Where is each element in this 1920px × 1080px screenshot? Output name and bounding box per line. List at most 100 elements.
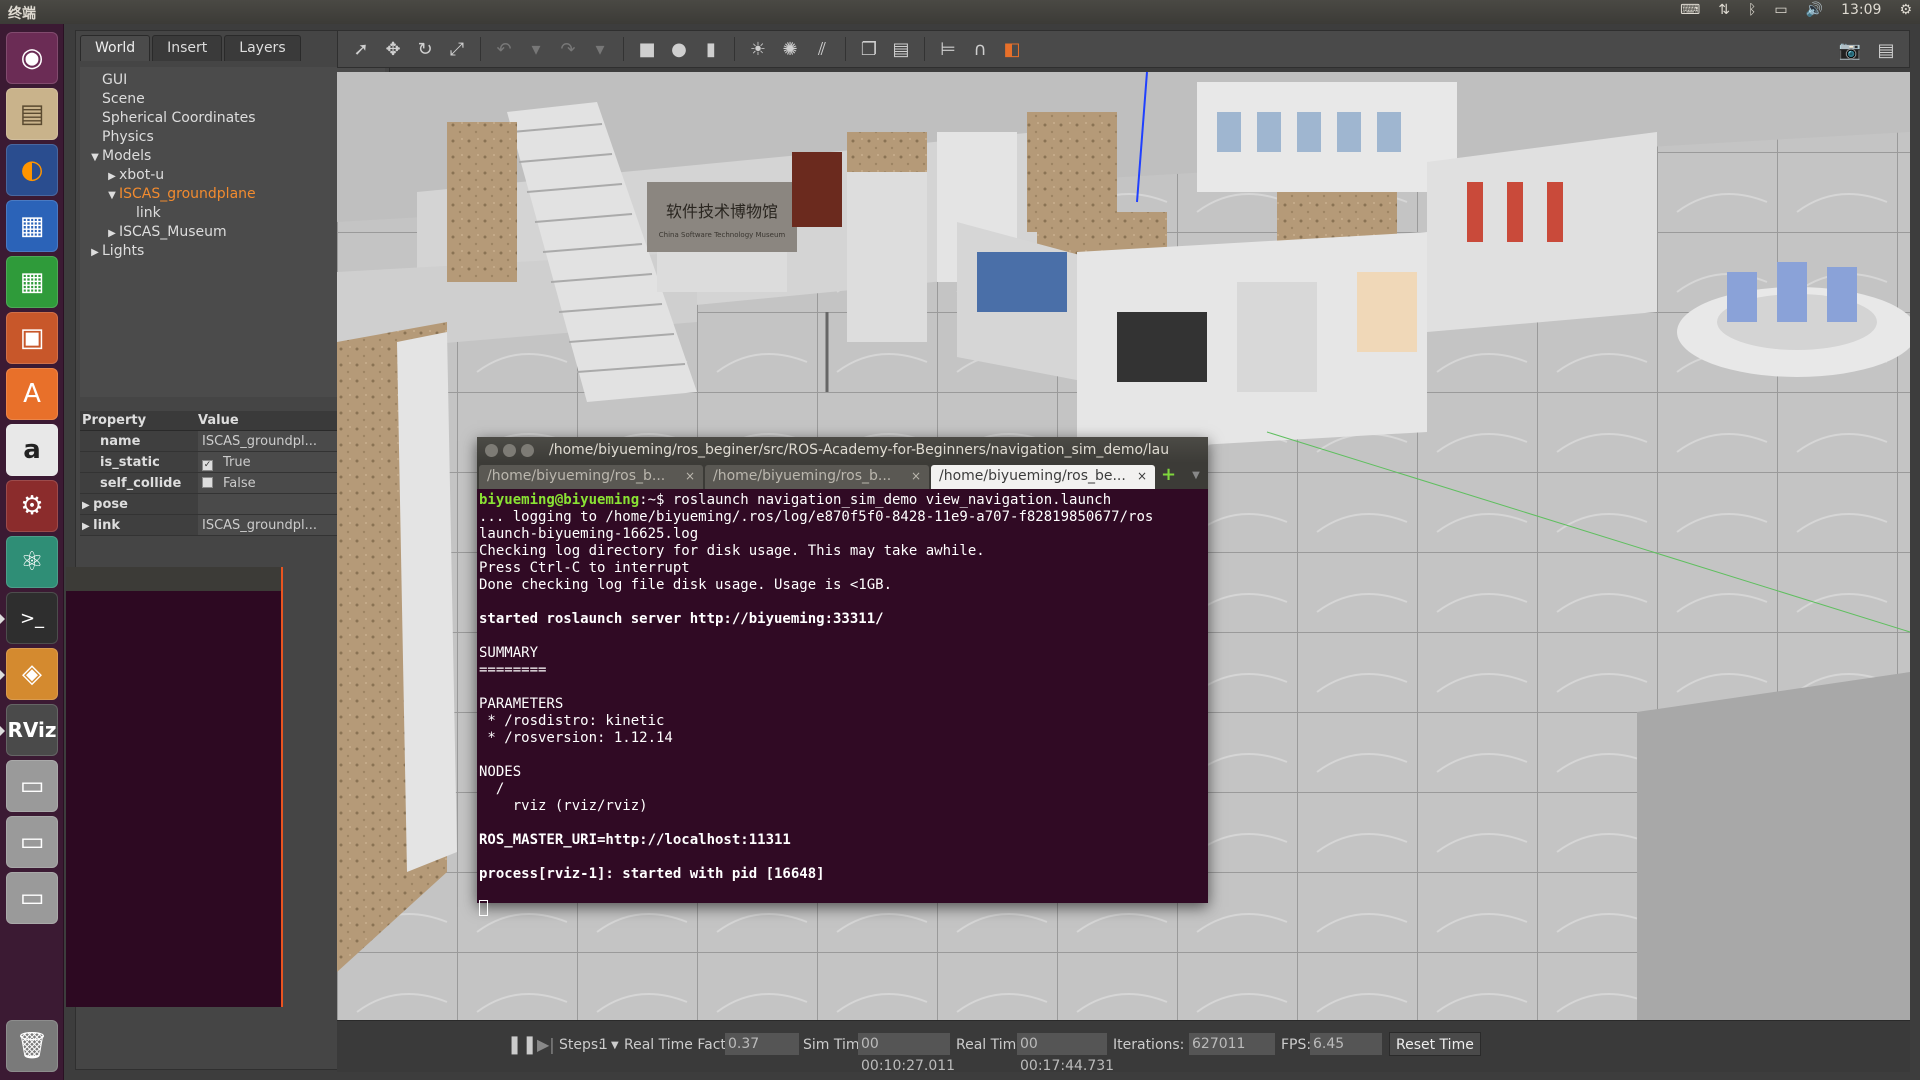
tab-insert[interactable]: Insert xyxy=(152,35,223,61)
gear-icon[interactable]: ⚙ xyxy=(1899,2,1912,18)
collapsed-arrow-icon[interactable]: ▶ xyxy=(105,224,119,243)
close-tab-icon[interactable]: × xyxy=(911,465,921,487)
drive-icon[interactable]: ▭ xyxy=(6,816,58,868)
network-icon[interactable]: ⇅ xyxy=(1718,2,1730,18)
terminal-tab-label: /home/biyueming/ros_b... xyxy=(713,468,892,484)
view-angle-icon[interactable]: ◧ xyxy=(999,36,1025,62)
terminal-tab-3[interactable]: /home/biyueming/ros_be... × xyxy=(931,465,1155,489)
add-tab-icon[interactable]: + xyxy=(1161,463,1176,489)
screenshot-icon[interactable]: 📷 xyxy=(1837,37,1863,63)
step-icon[interactable]: ▶| xyxy=(537,1035,555,1054)
property-key: self_collide xyxy=(80,473,198,493)
chevron-down-icon[interactable]: ▼ xyxy=(1192,463,1200,489)
ubuntu-dash-icon[interactable]: ◉ xyxy=(6,32,58,84)
fps-label: FPS: xyxy=(1281,1037,1312,1053)
rviz-icon[interactable]: RViz xyxy=(0,704,58,756)
cylinder-shape-icon[interactable]: ▮ xyxy=(698,36,724,62)
terminal-window[interactable]: /home/biyueming/ros_beginer/src/ROS-Acad… xyxy=(477,437,1208,916)
volume-icon[interactable]: 🔊 xyxy=(1806,2,1823,18)
box-shape-icon[interactable]: ■ xyxy=(634,36,660,62)
terminal-tab-2[interactable]: /home/biyueming/ros_b... × xyxy=(705,465,929,489)
checkbox[interactable] xyxy=(202,477,213,488)
tab-world[interactable]: World xyxy=(80,35,151,61)
paste-icon[interactable]: ▤ xyxy=(888,36,914,62)
point-light-icon[interactable]: ☀ xyxy=(745,36,771,62)
atom-icon[interactable]: ⚛ xyxy=(6,536,58,588)
align-icon[interactable]: ⊨ xyxy=(935,36,961,62)
terminal-tab-label: /home/biyueming/ros_be... xyxy=(939,468,1126,484)
terminal-prompt: biyueming@biyueming xyxy=(479,492,640,508)
terminal-line: rviz (rviz/rviz) xyxy=(479,798,648,814)
amazon-icon[interactable]: a xyxy=(6,424,58,476)
rotate-mode-icon[interactable]: ↻ xyxy=(412,36,438,62)
terminal-tab-1[interactable]: /home/biyueming/ros_b... × xyxy=(479,465,703,489)
iterations-field: 627011 xyxy=(1189,1033,1275,1055)
log-icon[interactable]: ▤ xyxy=(1873,37,1899,63)
expanded-arrow-icon[interactable]: ▼ xyxy=(88,148,102,167)
tab-layers[interactable]: Layers xyxy=(224,35,301,61)
firefox-icon[interactable]: ◐ xyxy=(6,144,58,196)
museum-sign-sub: China Software Technology Museum xyxy=(659,231,786,239)
terminal-icon[interactable]: >_ xyxy=(0,592,58,644)
expanded-arrow-icon[interactable]: ▼ xyxy=(105,186,119,205)
snap-icon[interactable]: ∩ xyxy=(967,36,993,62)
copy-icon[interactable]: ❐ xyxy=(856,36,882,62)
tree-item-label: Models xyxy=(102,148,152,164)
pause-icon[interactable]: ❚❚ xyxy=(507,1034,537,1055)
scale-mode-icon[interactable]: ⤢ xyxy=(444,36,470,62)
undo-icon[interactable]: ↶ xyxy=(491,36,517,62)
real-time-field: 00 00:17:44.731 xyxy=(1017,1033,1114,1074)
files-icon[interactable]: ▤ xyxy=(6,88,58,140)
system-settings-icon[interactable]: ⚙ xyxy=(6,480,58,532)
writer-icon[interactable]: ▦ xyxy=(6,200,58,252)
steps-value[interactable]: 1 xyxy=(599,1037,608,1053)
battery-icon[interactable]: ▭ xyxy=(1774,2,1787,18)
calc-icon[interactable]: ▦ xyxy=(6,256,58,308)
spot-light-icon[interactable]: ✺ xyxy=(777,36,803,62)
terminal-titlebar[interactable]: /home/biyueming/ros_beginer/src/ROS-Acad… xyxy=(477,437,1208,463)
trash-icon[interactable]: 🗑 xyxy=(6,1020,58,1072)
terminal-tabs: /home/biyueming/ros_b... × /home/biyuemin… xyxy=(477,463,1208,489)
redo-icon[interactable]: ↷ xyxy=(555,36,581,62)
collapsed-arrow-icon[interactable]: ▶ xyxy=(105,167,119,186)
rqt-icon[interactable]: ◈ xyxy=(0,648,58,700)
fps-field: 6.45 xyxy=(1310,1033,1382,1055)
collapsed-arrow-icon[interactable]: ▶ xyxy=(82,500,93,511)
drive-icon[interactable]: ▭ xyxy=(6,872,58,924)
maximize-icon[interactable] xyxy=(521,444,534,457)
collapsed-arrow-icon[interactable]: ▶ xyxy=(88,243,102,262)
sphere-shape-icon[interactable]: ● xyxy=(666,36,692,62)
impress-icon[interactable]: ▣ xyxy=(6,312,58,364)
select-mode-icon[interactable]: ➚ xyxy=(348,36,374,62)
chevron-down-icon[interactable]: ▼ xyxy=(611,1040,619,1051)
collapsed-arrow-icon[interactable]: ▶ xyxy=(82,521,93,532)
translate-mode-icon[interactable]: ✥ xyxy=(380,36,406,62)
rtf-field: 0.37 xyxy=(725,1033,799,1055)
system-tray: ⌨ ⇅ ᛒ ▭ 🔊 13:09 ⚙ xyxy=(1680,2,1912,18)
property-key-label: link xyxy=(93,518,120,533)
minimize-icon[interactable] xyxy=(503,444,516,457)
clock[interactable]: 13:09 xyxy=(1841,2,1881,18)
close-icon[interactable] xyxy=(485,444,498,457)
close-tab-icon[interactable]: × xyxy=(1137,465,1147,487)
terminal-line: NODES xyxy=(479,764,522,780)
drive-icon[interactable]: ▭ xyxy=(6,760,58,812)
undo-history-icon[interactable]: ▾ xyxy=(523,36,549,62)
keyboard-icon[interactable]: ⌨ xyxy=(1680,2,1700,18)
terminal-line: SUMMARY xyxy=(479,645,539,661)
bluetooth-icon[interactable]: ᛒ xyxy=(1748,2,1756,18)
tree-item-label: Scene xyxy=(102,91,145,107)
redo-history-icon[interactable]: ▾ xyxy=(587,36,613,62)
sim-time-field: 00 00:10:27.011 xyxy=(858,1033,955,1074)
software-center-icon[interactable]: A xyxy=(6,368,58,420)
close-tab-icon[interactable]: × xyxy=(685,465,695,487)
tree-item-label: GUI xyxy=(102,72,128,88)
checkbox[interactable]: ✓ xyxy=(202,460,213,471)
terminal-output[interactable]: biyueming@biyueming:~$ roslaunch navigat… xyxy=(477,489,1208,921)
tree-item-label: xbot-u xyxy=(119,167,165,183)
directional-light-icon[interactable]: ⫽ xyxy=(809,36,835,62)
background-terminal-window[interactable] xyxy=(66,567,283,1007)
launcher: ◉ ▤ ◐ ▦ ▦ ▣ A a ⚙ ⚛ >_ ◈ RViz ▭ ▭ ▭ 🗑 xyxy=(0,24,64,1080)
reset-time-button[interactable]: Reset Time xyxy=(1389,1032,1481,1056)
museum-sign: 软件技术博物馆 xyxy=(666,202,778,221)
